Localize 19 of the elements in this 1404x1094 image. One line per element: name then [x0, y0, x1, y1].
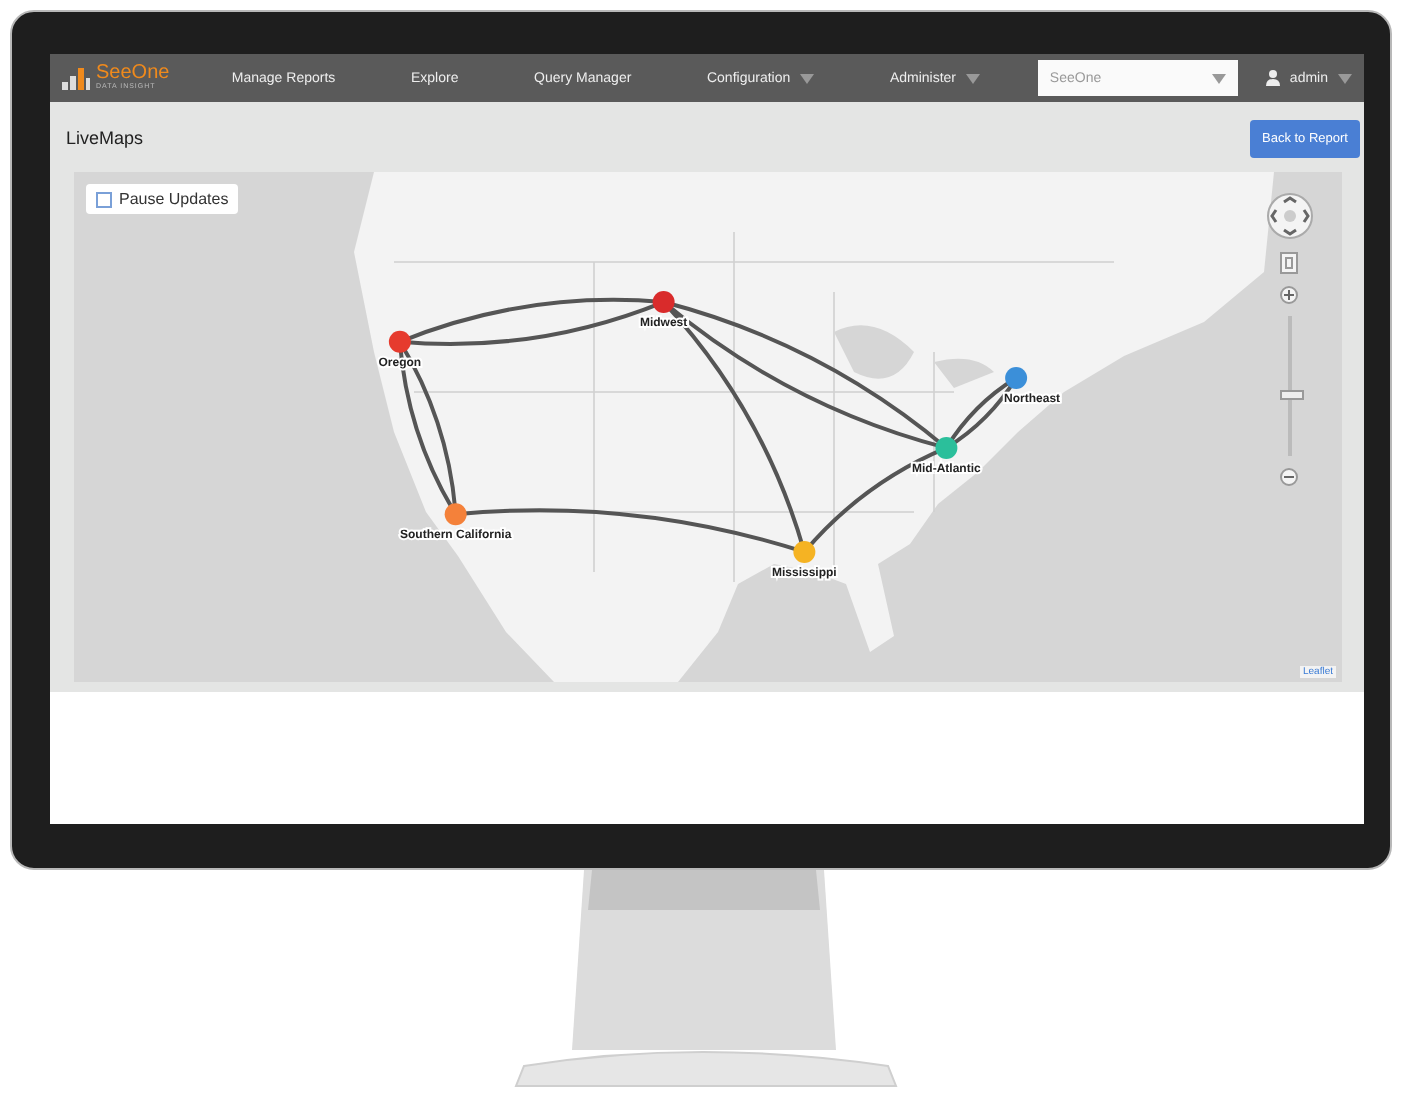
- pan-control-icon[interactable]: [1265, 192, 1313, 240]
- user-icon: [1265, 70, 1280, 86]
- map-marker[interactable]: [387, 330, 410, 353]
- caret-icon: [966, 73, 981, 83]
- map-marker[interactable]: [651, 291, 674, 314]
- map-marker[interactable]: [1004, 367, 1027, 390]
- fullscreen-icon[interactable]: [1280, 252, 1298, 274]
- zoom-in-icon[interactable]: [1280, 286, 1298, 304]
- caret-icon: [1338, 73, 1352, 83]
- caret-icon: [1211, 73, 1226, 83]
- map-marker[interactable]: [443, 503, 466, 526]
- brand-name: SeeOne: [96, 64, 170, 85]
- map-marker[interactable]: [934, 436, 957, 459]
- map-marker[interactable]: [792, 540, 815, 563]
- page-title: LiveMaps: [66, 128, 144, 148]
- bar-chart-logo-icon: [62, 67, 90, 89]
- pause-updates-checkbox[interactable]: Pause Updates: [85, 184, 239, 214]
- zoom-out-icon[interactable]: [1280, 468, 1298, 486]
- caret-icon: [800, 73, 815, 83]
